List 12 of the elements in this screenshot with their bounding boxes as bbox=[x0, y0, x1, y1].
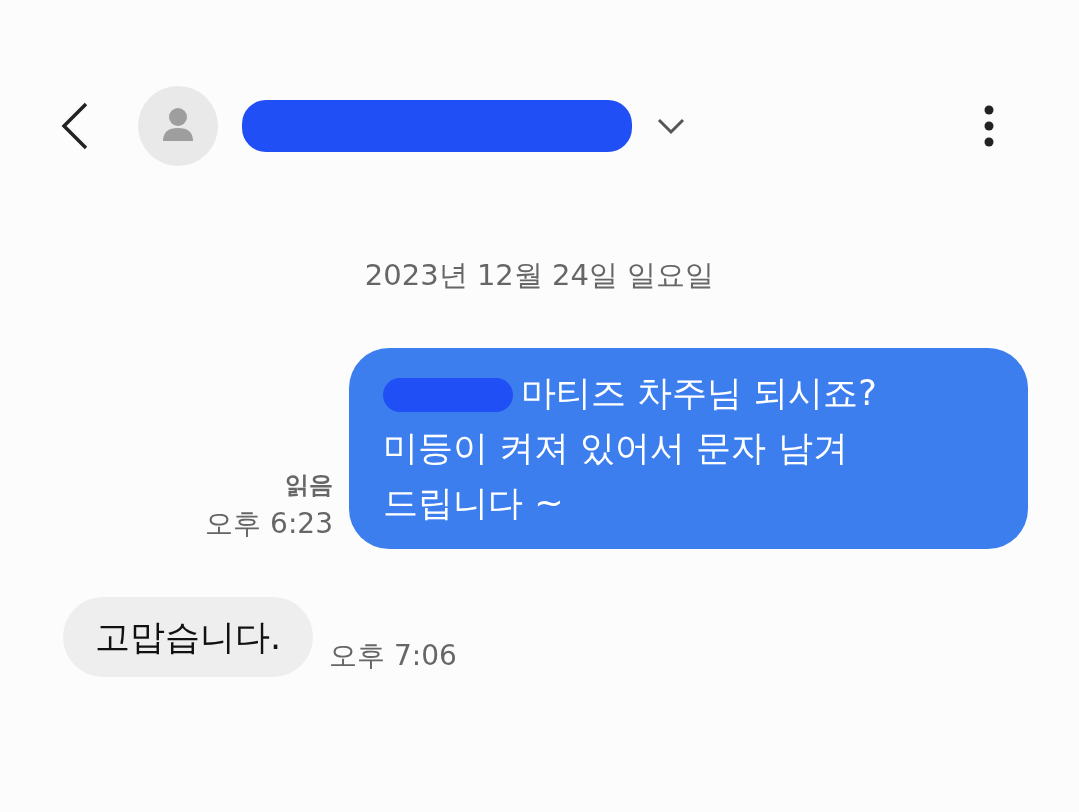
date-divider: 2023년 12월 24일 일요일 bbox=[363, 257, 716, 294]
message-time: 오후 6:23 bbox=[205, 505, 333, 542]
message-text: 드립니다 ~ bbox=[383, 482, 564, 523]
message-time: 오후 7:06 bbox=[329, 638, 457, 674]
message-text: 고맙습니다. bbox=[95, 616, 282, 657]
read-receipt: 읽음 bbox=[284, 469, 333, 501]
avatar-icon[interactable] bbox=[138, 86, 218, 166]
message-text: 마티즈 차주님 되시죠? bbox=[521, 372, 877, 413]
dropdown-icon[interactable] bbox=[656, 117, 686, 135]
message-text: 미등이 켜져 있어서 문자 남겨 bbox=[383, 427, 848, 468]
back-icon[interactable] bbox=[60, 101, 90, 151]
more-icon[interactable] bbox=[983, 104, 995, 148]
